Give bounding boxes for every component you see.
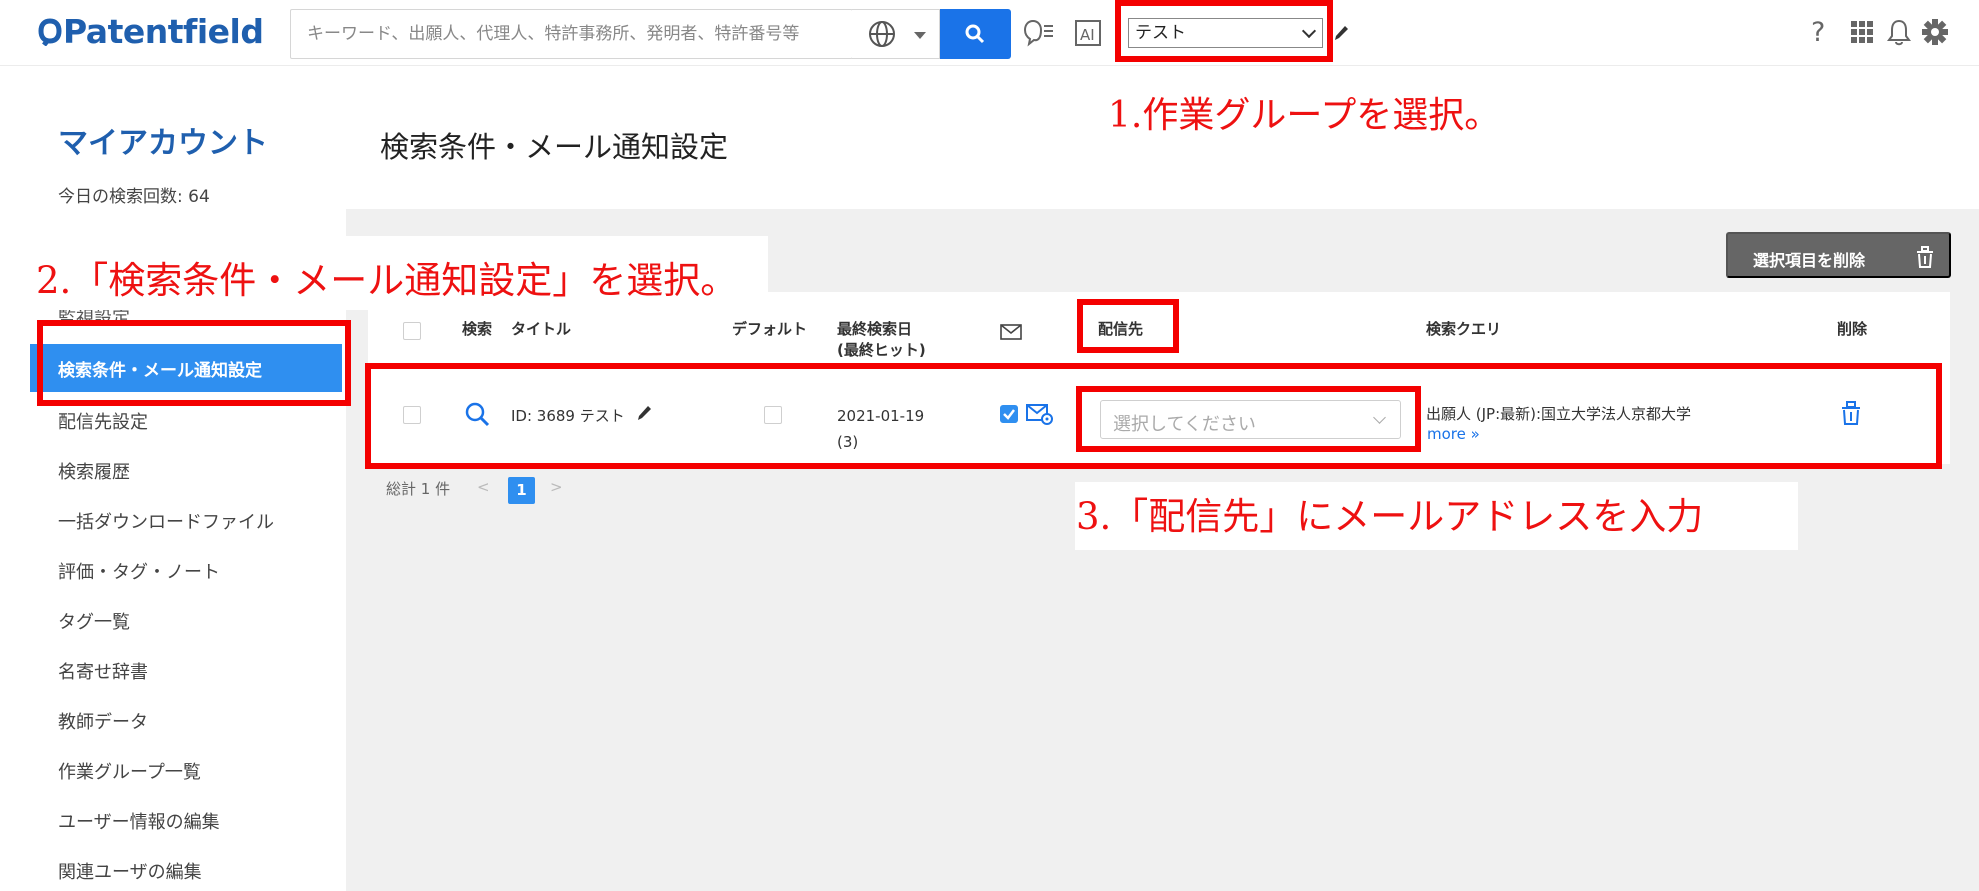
col-default: デフォルト bbox=[732, 320, 808, 338]
select-all-checkbox[interactable] bbox=[403, 322, 421, 340]
sidebar-item-bulk-download[interactable]: 一括ダウンロードファイル bbox=[58, 508, 274, 534]
mail-icon bbox=[1000, 324, 1022, 340]
ai-icon[interactable]: AI bbox=[1074, 19, 1102, 47]
logo[interactable]: Patentfield bbox=[38, 12, 264, 51]
svg-text:?: ? bbox=[1811, 17, 1825, 47]
gear-icon[interactable] bbox=[1921, 18, 1949, 46]
search-count: 今日の検索回数: 64 bbox=[58, 187, 210, 207]
delete-selected-label: 選択項目を削除 bbox=[1753, 253, 1866, 270]
prev-page-button[interactable]: < bbox=[477, 478, 490, 496]
col-search: 検索 bbox=[462, 320, 493, 338]
apps-grid-icon[interactable] bbox=[1850, 20, 1874, 44]
search-button[interactable] bbox=[940, 9, 1011, 59]
annotation-step1: 1.作業グループを選択。 bbox=[1108, 95, 1501, 136]
highlight-destination-column bbox=[1077, 299, 1179, 353]
sidebar-title: マイアカウント bbox=[58, 126, 268, 161]
delete-selected-button[interactable]: 選択項目を削除 bbox=[1726, 232, 1951, 278]
highlight-sidebar-item bbox=[37, 320, 351, 406]
col-title: タイトル bbox=[511, 320, 572, 338]
page-1-button[interactable]: 1 bbox=[508, 477, 535, 504]
chat-list-icon[interactable] bbox=[1023, 17, 1055, 47]
globe-icon bbox=[869, 21, 895, 47]
col-delete: 削除 bbox=[1837, 320, 1868, 338]
annotation-step2: 2.「検索条件・メール通知設定」を選択。 bbox=[36, 259, 738, 302]
bell-icon[interactable] bbox=[1886, 18, 1912, 46]
trash-icon bbox=[1917, 246, 1933, 268]
col-last-search: 最終検索日 bbox=[837, 320, 913, 338]
sidebar-item-search-history[interactable]: 検索履歴 bbox=[58, 458, 130, 484]
language-select[interactable] bbox=[852, 9, 940, 59]
col-query: 検索クエリ bbox=[1426, 320, 1502, 338]
total-count: 総計 1 件 bbox=[386, 480, 451, 498]
next-page-button[interactable]: > bbox=[550, 478, 563, 496]
logo-text: Patentfield bbox=[63, 12, 264, 51]
help-icon[interactable]: ? bbox=[1810, 17, 1830, 47]
search-input[interactable] bbox=[291, 10, 851, 58]
pencil-icon[interactable] bbox=[1334, 24, 1350, 42]
logo-icon bbox=[38, 18, 62, 47]
sidebar-item-name-dictionary[interactable]: 名寄せ辞書 bbox=[58, 658, 148, 684]
sidebar-item-delivery-settings[interactable]: 配信先設定 bbox=[58, 408, 148, 434]
sidebar-item-related-users[interactable]: 関連ユーザの編集 bbox=[58, 858, 202, 884]
sidebar-item-tag-list[interactable]: タグ一覧 bbox=[58, 608, 130, 634]
svg-text:AI: AI bbox=[1080, 26, 1095, 44]
search-icon bbox=[965, 24, 985, 44]
highlight-work-group bbox=[1115, 0, 1333, 62]
chevron-down-icon bbox=[914, 32, 926, 39]
page-title: 検索条件・メール通知設定 bbox=[380, 130, 729, 164]
highlight-destination-select bbox=[1076, 386, 1421, 452]
top-header: Patentfield AI テスト ? bbox=[0, 0, 1979, 66]
sidebar-item-work-groups[interactable]: 作業グループ一覧 bbox=[58, 758, 201, 784]
col-last-hit: (最終ヒット) bbox=[837, 341, 926, 359]
sidebar-item-evaluation-tags[interactable]: 評価・タグ・ノート bbox=[58, 558, 220, 584]
annotation-step3: 3.「配信先」にメールアドレスを入力 bbox=[1076, 495, 1704, 538]
sidebar-item-edit-user[interactable]: ユーザー情報の編集 bbox=[58, 808, 220, 834]
search-box bbox=[290, 9, 853, 59]
sidebar-item-teacher-data[interactable]: 教師データ bbox=[58, 708, 148, 734]
